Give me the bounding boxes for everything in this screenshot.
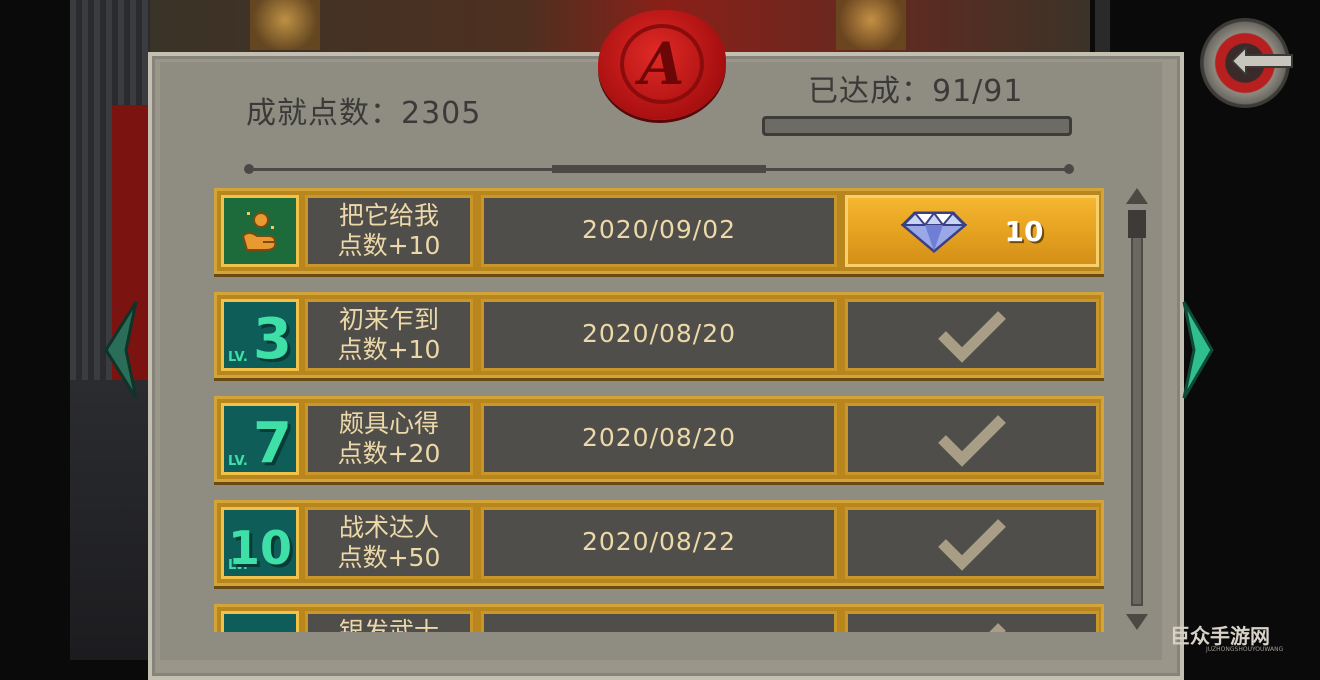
- achievement-date: 2020/08/20: [481, 299, 837, 371]
- checkmark-icon: [938, 311, 1006, 363]
- gold-statue-left: [250, 0, 320, 50]
- checkmark-icon: [989, 623, 1006, 632]
- achievement-badge: [221, 195, 299, 267]
- achievement-name-cell: 初来乍到 点数+10: [305, 299, 473, 371]
- level-badge-icon: LV. 3: [224, 302, 296, 372]
- achievement-badge: LV. 10: [221, 507, 299, 579]
- achievement-reward: 点数+10: [337, 335, 441, 364]
- achievement-row: LV. 3 初来乍到 点数+10 2020/08/20: [214, 292, 1104, 378]
- achievement-row: LV. 7 颇具心得 点数+20 2020/08/20: [214, 396, 1104, 482]
- achievement-name-cell: 颇具心得 点数+20: [305, 403, 473, 475]
- achievement-reward: 点数+20: [337, 439, 441, 468]
- achievement-date: 2020/09/02: [481, 195, 837, 267]
- level-prefix: LV.: [228, 350, 248, 365]
- achievement-list[interactable]: 把它给我 点数+10 2020/09/02 10 LV. 3 初来乍到 点数+1…: [210, 184, 1110, 632]
- achievement-badge: LV. 7: [221, 403, 299, 475]
- divider-dot-right: [1064, 164, 1074, 174]
- back-arrow-icon: [1232, 47, 1293, 75]
- achievement-name: 颇具心得: [338, 409, 439, 438]
- achievement-name: 初来乍到: [338, 305, 439, 334]
- claim-reward-button[interactable]: 10: [845, 195, 1099, 267]
- checkmark-icon: [938, 519, 1006, 571]
- achievement-points: 成就点数：2305: [246, 96, 482, 131]
- achievement-status-claimed: [845, 403, 1099, 475]
- achievement-date: 2020/08/20: [481, 403, 837, 475]
- watermark-subtext: JUZHONGSHOUYOUWANG: [1206, 646, 1284, 653]
- achievement-row: LV. 10 战术达人 点数+50 2020/08/22: [214, 500, 1104, 586]
- achievement-date: [481, 611, 837, 632]
- achievement-badge: [221, 611, 299, 632]
- achievement-status-claimed: [845, 507, 1099, 579]
- prev-page-arrow-icon[interactable]: [100, 300, 140, 400]
- achievement-status-claimed: [845, 611, 1099, 632]
- level-prefix: LV.: [228, 454, 248, 469]
- castle-edge-right: [1095, 0, 1110, 60]
- divider-center-bar: [552, 165, 766, 173]
- checkmark-icon: [938, 415, 1006, 467]
- level-number: 10: [227, 521, 292, 575]
- watermark-logo: 巨众手游网: [1170, 624, 1270, 648]
- wax-seal-letter: A: [639, 30, 685, 98]
- achievement-name-cell: 把它给我 点数+10: [305, 195, 473, 267]
- scroll-down-icon: [1126, 614, 1148, 630]
- list-scrollbar[interactable]: [1124, 186, 1150, 632]
- progress-fill: [765, 119, 1069, 133]
- achievement-status-claimed: [845, 299, 1099, 371]
- achievement-badge: LV. 3: [221, 299, 299, 371]
- level-badge-icon: [224, 614, 296, 632]
- achievement-name: 银发武士: [338, 617, 439, 632]
- castle-pillar: [70, 380, 160, 660]
- achievement-progress-bar: [762, 116, 1072, 136]
- achievement-name-cell: 银发武士: [305, 611, 473, 632]
- hand-orb-icon: [224, 198, 296, 264]
- achievement-reward: 点数+50: [337, 543, 441, 572]
- achievement-row: 把它给我 点数+10 2020/09/02 10: [214, 188, 1104, 274]
- achievement-row: 银发武士: [214, 604, 1104, 632]
- achievement-name: 战术达人: [338, 513, 439, 542]
- scroll-track: [1131, 216, 1143, 606]
- achievement-name: 把它给我: [338, 201, 439, 230]
- scroll-thumb[interactable]: [1128, 210, 1146, 238]
- scroll-up-icon: [1126, 188, 1148, 204]
- level-badge-icon: LV. 7: [224, 406, 296, 476]
- achievement-date: 2020/08/22: [481, 507, 837, 579]
- achievement-reward: 点数+10: [337, 231, 441, 260]
- divider-dot-left: [244, 164, 254, 174]
- achievement-name-cell: 战术达人 点数+50: [305, 507, 473, 579]
- level-number: 7: [253, 411, 292, 476]
- achieved-count: 已达成：91/91: [808, 74, 1024, 109]
- next-page-arrow-icon[interactable]: [1180, 300, 1216, 400]
- gold-statue-right: [836, 0, 906, 50]
- level-badge-icon: LV. 10: [224, 510, 296, 576]
- diamond-icon: [900, 211, 967, 253]
- claim-amount: 10: [1004, 214, 1044, 248]
- level-number: 3: [253, 307, 292, 372]
